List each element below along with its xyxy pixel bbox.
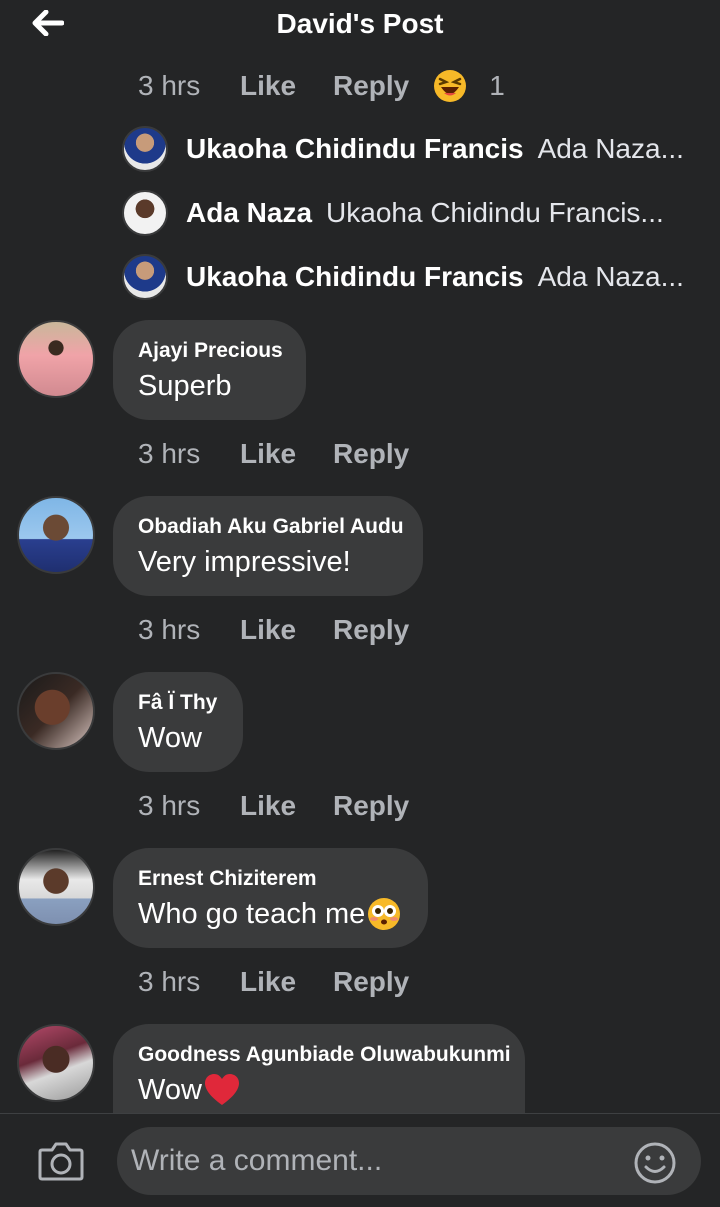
reply-button[interactable]: Reply <box>333 966 409 998</box>
reply-button[interactable]: Reply <box>333 790 409 822</box>
avatar[interactable] <box>17 1024 95 1102</box>
comment-text-value: Wow <box>138 1074 202 1106</box>
smiley-icon <box>634 1142 676 1184</box>
comment-bubble: Fâ Ï Thy Wow <box>113 672 243 772</box>
emoji-button[interactable] <box>633 1141 677 1185</box>
reply-button[interactable]: Reply <box>333 438 409 470</box>
avatar[interactable] <box>17 320 95 398</box>
reply-author[interactable]: Ukaoha Chidindu Francis <box>186 261 524 293</box>
comment-actions: 3 hrs Like Reply 1 <box>138 66 505 106</box>
comment-actions: 3 hrs Like Reply <box>138 610 409 650</box>
comment-actions: 3 hrs Like Reply <box>138 962 409 1002</box>
reply-preview[interactable]: Ada Naza Ukaoha Chidindu Francis... <box>122 189 664 237</box>
reply-text: Ada Naza... <box>537 261 684 292</box>
camera-icon <box>38 1142 84 1181</box>
page-title: David's Post <box>276 8 444 39</box>
reply-preview[interactable]: Ukaoha Chidindu Francis Ada Naza... <box>122 253 684 301</box>
header-bar: David's Post <box>0 0 720 52</box>
comment-time: 3 hrs <box>138 438 201 469</box>
avatar[interactable] <box>17 496 95 574</box>
comment-time: 3 hrs <box>138 966 201 997</box>
like-button[interactable]: Like <box>240 790 333 822</box>
comment-bubble: Goodness Agunbiade Oluwabukunmi Wow <box>113 1024 525 1113</box>
camera-button[interactable] <box>38 1141 84 1183</box>
reply-author[interactable]: Ukaoha Chidindu Francis <box>186 133 524 165</box>
avatar[interactable] <box>17 848 95 926</box>
comment-input[interactable] <box>117 1127 701 1195</box>
comment-author[interactable]: Ernest Chiziterem <box>138 864 402 894</box>
comment-text: Very impressive! <box>138 546 351 578</box>
reaction-summary[interactable]: 1 <box>433 69 505 103</box>
avatar[interactable] <box>122 190 168 236</box>
comment-text: Wow <box>138 1070 499 1110</box>
comment-text: Who go teach me <box>138 894 402 934</box>
like-button[interactable]: Like <box>240 966 333 998</box>
flushed-emoji-icon <box>368 898 401 930</box>
comment-time: 3 hrs <box>138 614 201 645</box>
avatar[interactable] <box>17 672 95 750</box>
like-button[interactable]: Like <box>240 438 333 470</box>
comment-time: 3 hrs <box>138 790 201 821</box>
reply-preview[interactable]: Ukaoha Chidindu Francis Ada Naza... <box>122 125 684 173</box>
comment-author[interactable]: Obadiah Aku Gabriel Audu <box>138 512 404 542</box>
comment-bubble: Ajayi Precious Superb <box>113 320 306 420</box>
reply-author[interactable]: Ada Naza <box>186 197 312 229</box>
like-button[interactable]: Like <box>240 70 333 102</box>
red-heart-icon <box>204 1074 239 1105</box>
avatar[interactable] <box>122 254 168 300</box>
avatar[interactable] <box>122 126 168 172</box>
comment-time: 3 hrs <box>138 70 201 101</box>
reaction-count: 1 <box>489 70 505 101</box>
reply-text: Ada Naza... <box>537 133 684 164</box>
comment-text-value: Who go teach me <box>138 898 366 930</box>
comment-bubble: Obadiah Aku Gabriel Audu Very impressive… <box>113 496 423 596</box>
comment-text: Superb <box>138 370 232 402</box>
laughing-emoji-icon <box>434 70 467 102</box>
comment-composer <box>0 1113 720 1207</box>
reply-button[interactable]: Reply <box>333 614 409 646</box>
reply-text: Ukaoha Chidindu Francis... <box>326 197 664 228</box>
comment-author[interactable]: Goodness Agunbiade Oluwabukunmi <box>138 1040 511 1070</box>
comment-author[interactable]: Ajayi Precious <box>138 336 283 366</box>
comment-actions: 3 hrs Like Reply <box>138 434 409 474</box>
reply-button[interactable]: Reply <box>333 70 409 102</box>
comment-text: Wow <box>138 722 202 754</box>
comment-author[interactable]: Fâ Ï Thy <box>138 688 217 718</box>
comment-bubble: Ernest Chiziterem Who go teach me <box>113 848 428 948</box>
like-button[interactable]: Like <box>240 614 333 646</box>
comment-actions: 3 hrs Like Reply <box>138 786 409 826</box>
